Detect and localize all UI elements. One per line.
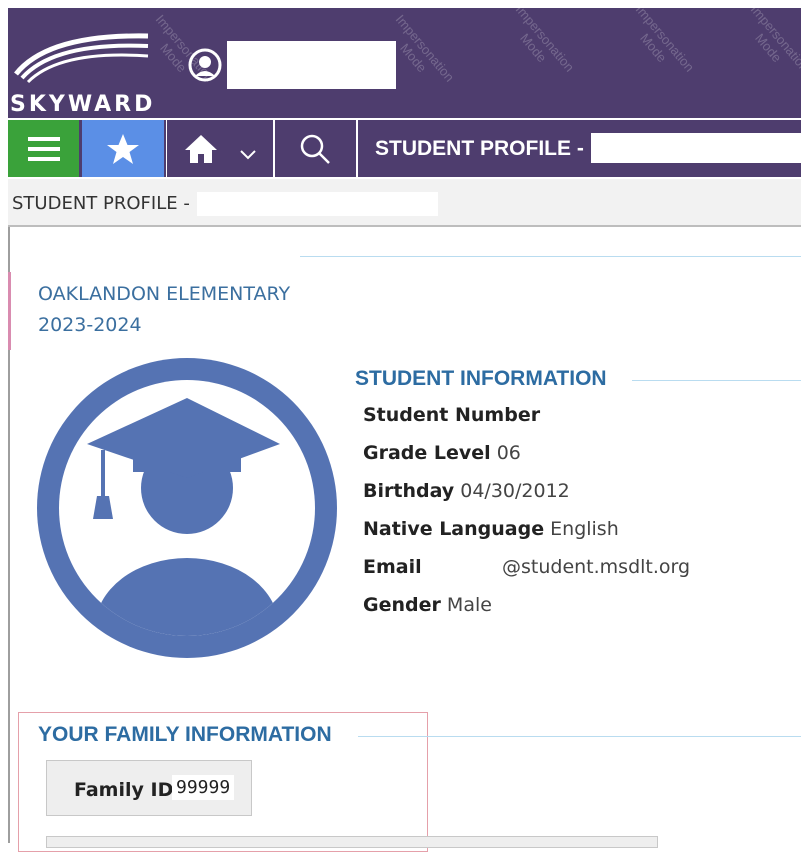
breadcrumb[interactable]: STUDENT PROFILE - [12,193,190,214]
family-id-tab[interactable]: Family ID 99999 [46,760,252,816]
star-icon [107,133,139,164]
watermark: Impersonation Mode [747,8,801,75]
native-language-row: Native Language English [363,518,619,540]
redacted-breadcrumb-name [197,192,438,216]
field-label: Student Number [363,404,541,426]
birthday-row: Birthday 04/30/2012 [363,480,570,502]
skyward-logo[interactable]: SKYWARD [8,26,158,117]
watermark: Impersonation Mode [632,8,698,75]
student-info-title: STUDENT INFORMATION [355,367,607,390]
header-bar: Impersonation Mode Impersonation Mode Impe… [8,8,801,118]
student-avatar [37,358,337,658]
impersonation-icon[interactable] [188,48,222,82]
family-id-value: 99999 [172,775,235,800]
menu-button[interactable] [8,120,79,177]
redacted-student-name [591,133,801,163]
home-icon [185,134,217,163]
family-id-label: Family ID [74,779,174,801]
search-icon [300,134,330,164]
field-value: 06 [496,442,521,464]
family-info-title: YOUR FAMILY INFORMATION [38,723,332,746]
field-value: Male [446,594,492,616]
school-year: 2023-2024 [38,314,142,336]
family-panel [46,836,658,848]
watermark: Impersonation Mode [512,8,578,75]
field-value: 04/30/2012 [460,480,570,502]
student-number-row: Student Number [363,404,540,426]
page-title: STUDENT PROFILE - [375,137,584,160]
divider [632,380,801,381]
section-marker [8,272,11,350]
redacted-user-name [227,41,396,89]
email-row: Email @student.msdlt.org [363,556,690,578]
field-value[interactable]: @student.msdlt.org [502,556,690,578]
divider [300,256,801,257]
school-name: OAKLANDON ELEMENTARY [38,283,291,305]
skyward-swoosh-icon [14,33,149,84]
field-label: Grade Level [363,442,491,464]
search-button[interactable] [274,120,358,177]
field-value: English [550,518,619,540]
field-label: Birthday [363,480,455,502]
grade-level-row: Grade Level 06 [363,442,521,464]
breadcrumb-bar: STUDENT PROFILE - [8,179,801,227]
hamburger-icon [27,136,60,161]
field-label: Gender [363,594,441,616]
gender-row: Gender Male [363,594,492,616]
field-label: Email [363,556,422,578]
home-button[interactable] [166,120,275,177]
favorites-button[interactable] [82,120,164,177]
field-label: Native Language [363,518,545,540]
brand-name: SKYWARD [10,92,156,117]
nav-bar: STUDENT PROFILE - [8,120,801,177]
chevron-down-icon[interactable] [239,149,257,161]
divider [358,736,801,737]
